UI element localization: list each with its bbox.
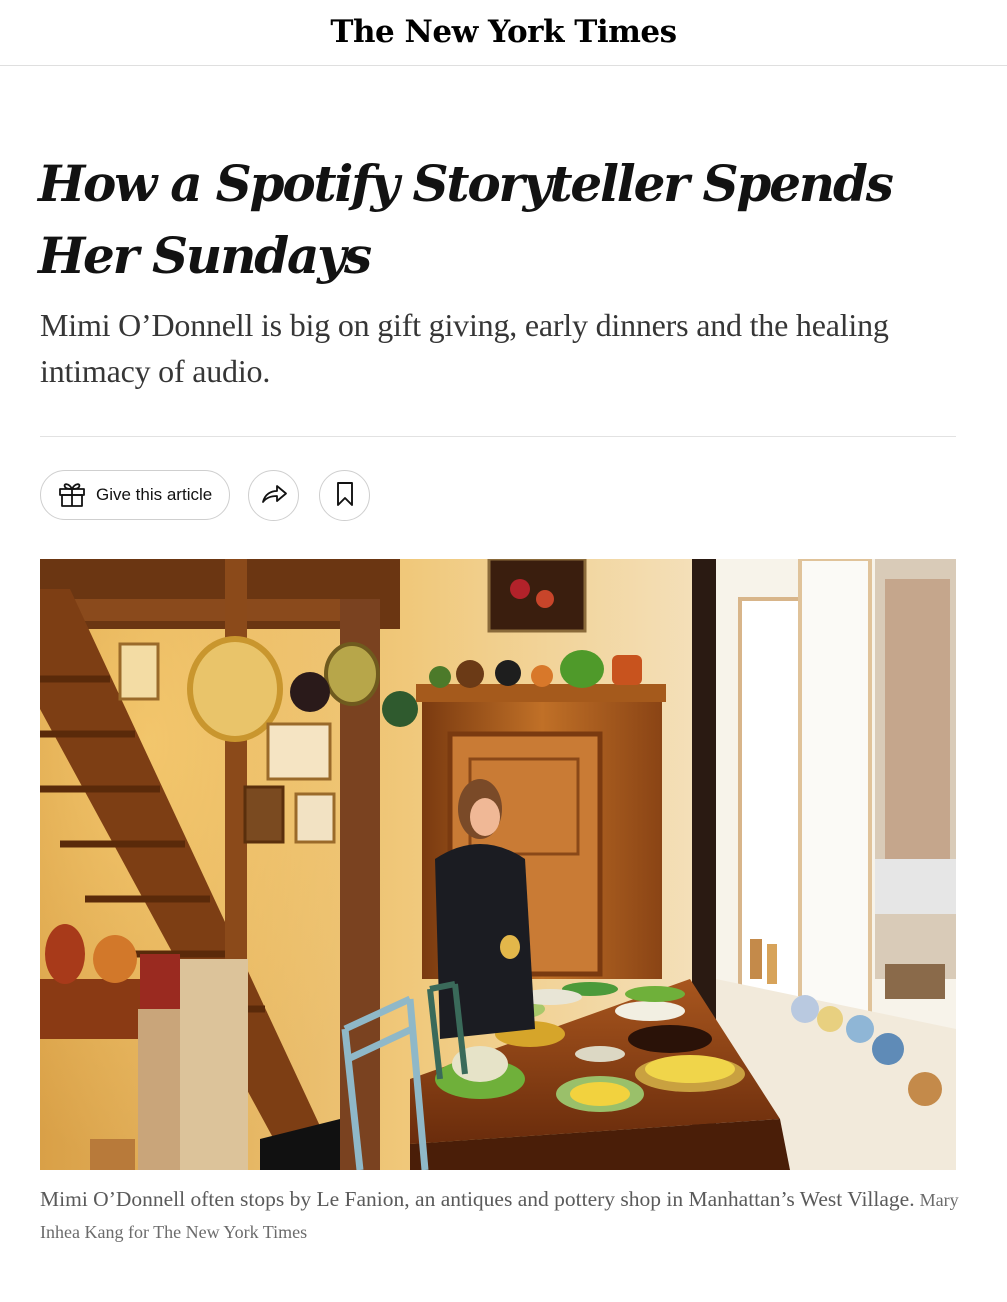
save-button[interactable] (319, 470, 370, 521)
nyt-logo[interactable]: The New York Times (330, 14, 677, 50)
article-photo (40, 559, 956, 1170)
bookmark-icon (336, 481, 354, 510)
share-button[interactable] (248, 470, 299, 521)
masthead: The New York Times (0, 0, 1007, 66)
photo-caption: Mimi O’Donnell often stops by Le Fanion,… (40, 1184, 960, 1248)
give-article-button[interactable]: Give this article (40, 470, 230, 520)
share-arrow-icon (260, 483, 288, 508)
caption-text: Mimi O’Donnell often stops by Le Fanion,… (40, 1187, 915, 1211)
article-headline: How a Spotify Storyteller Spends Her Sun… (38, 154, 894, 285)
gift-icon (57, 480, 87, 511)
give-article-label: Give this article (96, 485, 213, 504)
divider (40, 436, 956, 437)
article-summary: Mimi O’Donnell is big on gift giving, ea… (40, 307, 889, 389)
